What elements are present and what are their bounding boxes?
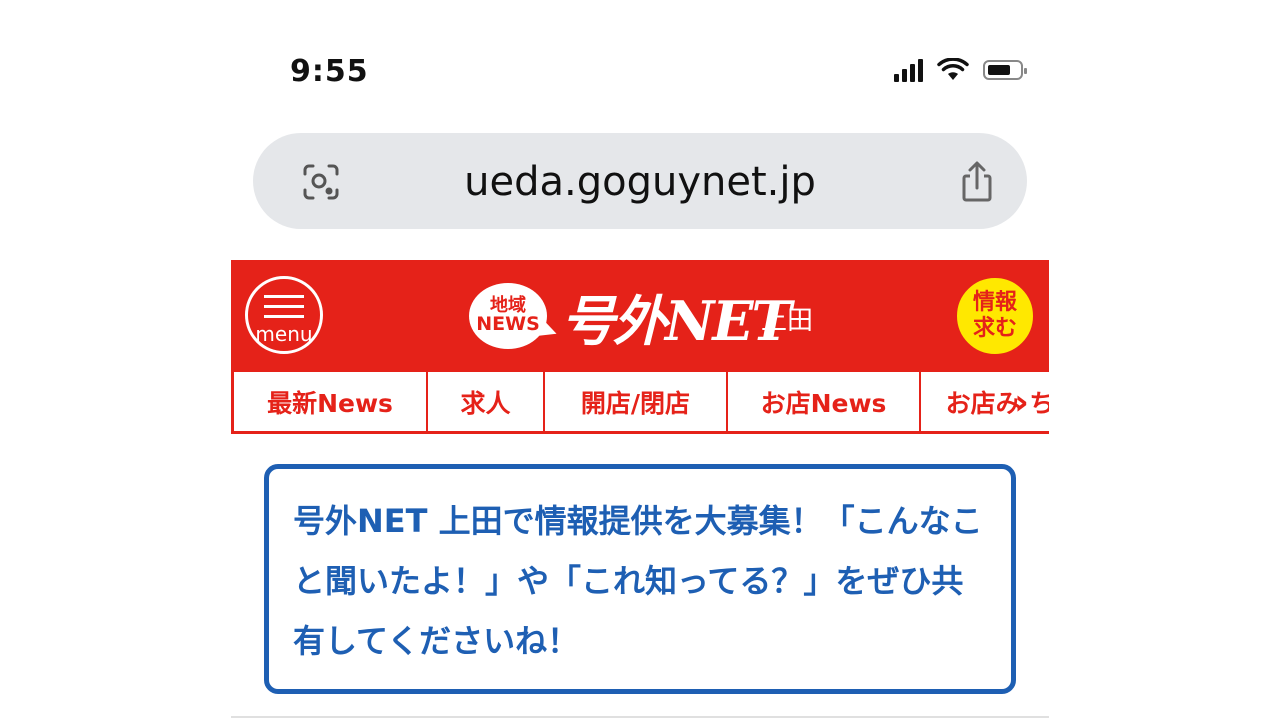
site-logo[interactable]: 地域 NEWS 号外NET [469, 280, 792, 353]
share-icon[interactable] [957, 160, 997, 204]
nav-item-jobs[interactable]: 求人 [426, 372, 543, 431]
logo-bubble: 地域 NEWS [469, 283, 547, 349]
cellular-signal-icon [894, 58, 923, 82]
nav-item-shop-more[interactable]: お店み ち [919, 372, 1049, 431]
logo-main-text: 号外NET [561, 288, 792, 353]
logo-small-bottom: NEWS [476, 313, 540, 336]
site-header: menu 地域 NEWS 号外NET 上田 情報 求む [231, 260, 1049, 372]
phone-screen: 9:55 ueda.goguynet.jp menu 地域 NEWS 号外NET… [231, 0, 1049, 720]
nav-item-latest-news[interactable]: 最新News [231, 372, 426, 431]
city-label: 上田 [761, 306, 814, 336]
status-icons [894, 58, 1027, 82]
battery-icon [983, 60, 1027, 80]
info-request-button[interactable]: 情報 求む [955, 276, 1035, 356]
url-text[interactable]: ueda.goguynet.jp [253, 159, 1027, 205]
nav-item-shop-news[interactable]: お店News [726, 372, 919, 431]
address-bar[interactable]: ueda.goguynet.jp [253, 133, 1027, 229]
info-line1: 情報 [972, 289, 1017, 315]
menu-label: menu [255, 322, 313, 346]
info-line2: 求む [972, 316, 1017, 341]
chevron-right-icon[interactable]: › [1014, 382, 1029, 423]
nav-item-open-close[interactable]: 開店/閉店 [543, 372, 726, 431]
notice-text: 号外NET 上田で情報提供を大募集！「こんなこと聞いたよ！」や「これ知ってる？」… [293, 502, 983, 660]
menu-button[interactable]: menu [245, 276, 323, 354]
divider [231, 716, 1049, 718]
status-time: 9:55 [290, 54, 369, 89]
category-nav: 最新News 求人 開店/閉店 お店News お店み ち › [231, 372, 1049, 434]
notice-box[interactable]: 号外NET 上田で情報提供を大募集！「こんなこと聞いたよ！」や「これ知ってる？」… [264, 464, 1016, 694]
wifi-icon [937, 58, 969, 80]
